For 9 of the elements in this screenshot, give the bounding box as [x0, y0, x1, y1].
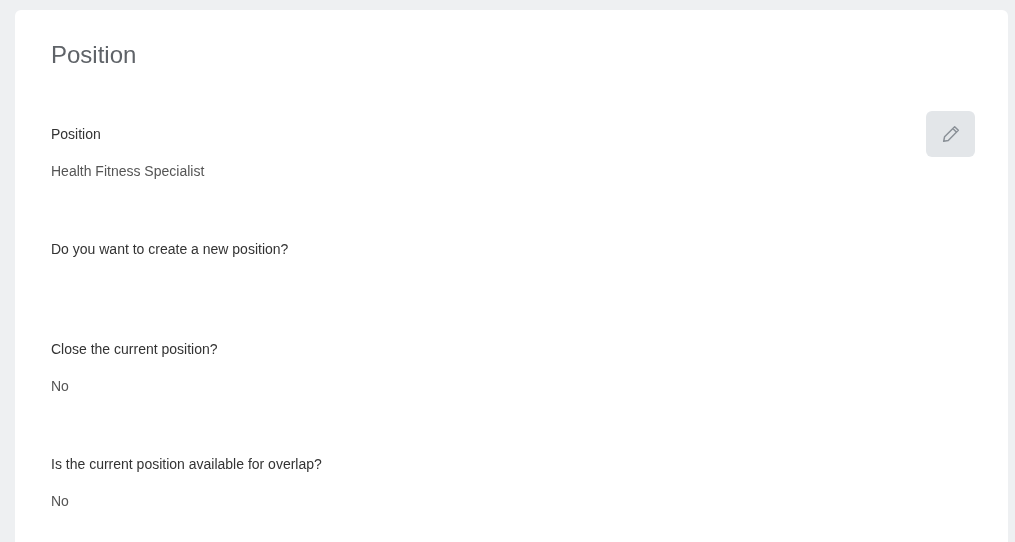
card-title: Position [51, 40, 138, 70]
edit-button[interactable] [926, 111, 975, 157]
field-label: Is the current position available for overlap? [51, 455, 322, 474]
field-value: No [51, 492, 69, 511]
field-label: Position [51, 125, 101, 144]
field-value: No [51, 377, 69, 396]
field-label: Do you want to create a new position? [51, 240, 289, 259]
field-label: Close the current position? [51, 340, 218, 359]
field-value: Health Fitness Specialist [51, 162, 205, 181]
